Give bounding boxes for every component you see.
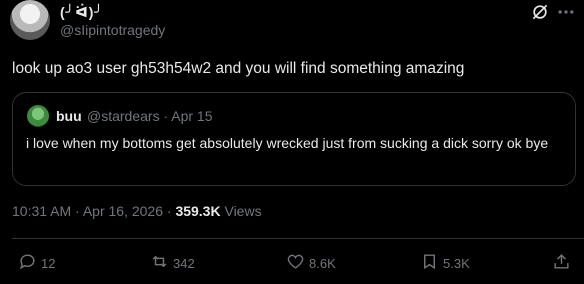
tweet-timestamp[interactable]: 10:31 AM · Apr 16, 2026 · — [12, 203, 175, 219]
repost-count: 342 — [173, 255, 195, 271]
tweet-meta: 10:31 AM · Apr 16, 2026 · 359.3K Views — [12, 203, 262, 219]
quote-display-name: buu — [56, 108, 82, 124]
like-button[interactable]: 8.6K — [286, 253, 336, 273]
quoted-tweet[interactable]: buu @stardears · Apr 15 i love when my b… — [12, 92, 576, 186]
heart-icon — [286, 252, 305, 274]
author-avatar[interactable] — [10, 0, 50, 40]
repost-button[interactable]: 342 — [150, 253, 195, 273]
author-handle[interactable]: @sIipintotragedy — [60, 22, 165, 38]
quote-text: i love when my bottoms get absolutely wr… — [26, 135, 549, 151]
reply-icon — [18, 252, 37, 274]
like-count: 8.6K — [309, 255, 336, 271]
bookmark-count: 5.3K — [443, 255, 470, 271]
reply-button[interactable]: 12 — [18, 253, 55, 273]
share-button[interactable] — [552, 253, 571, 273]
quote-handle-date: @stardears · Apr 15 — [87, 108, 213, 124]
bookmark-button[interactable]: 5.3K — [420, 253, 470, 273]
views-label: Views — [220, 203, 262, 219]
more-icon[interactable] — [556, 2, 576, 22]
divider — [12, 238, 584, 239]
repost-icon — [150, 252, 169, 274]
views-count: 359.3K — [175, 203, 221, 219]
share-icon — [552, 252, 571, 274]
tweet-text: look up ao3 user gh53h54w2 and you will … — [12, 60, 465, 77]
quote-avatar — [27, 105, 49, 127]
bookmark-icon — [420, 252, 439, 274]
grok-icon[interactable] — [530, 2, 550, 22]
author-display-name[interactable]: (╯ᐛ)╯ — [60, 4, 104, 21]
reply-count: 12 — [41, 255, 56, 271]
